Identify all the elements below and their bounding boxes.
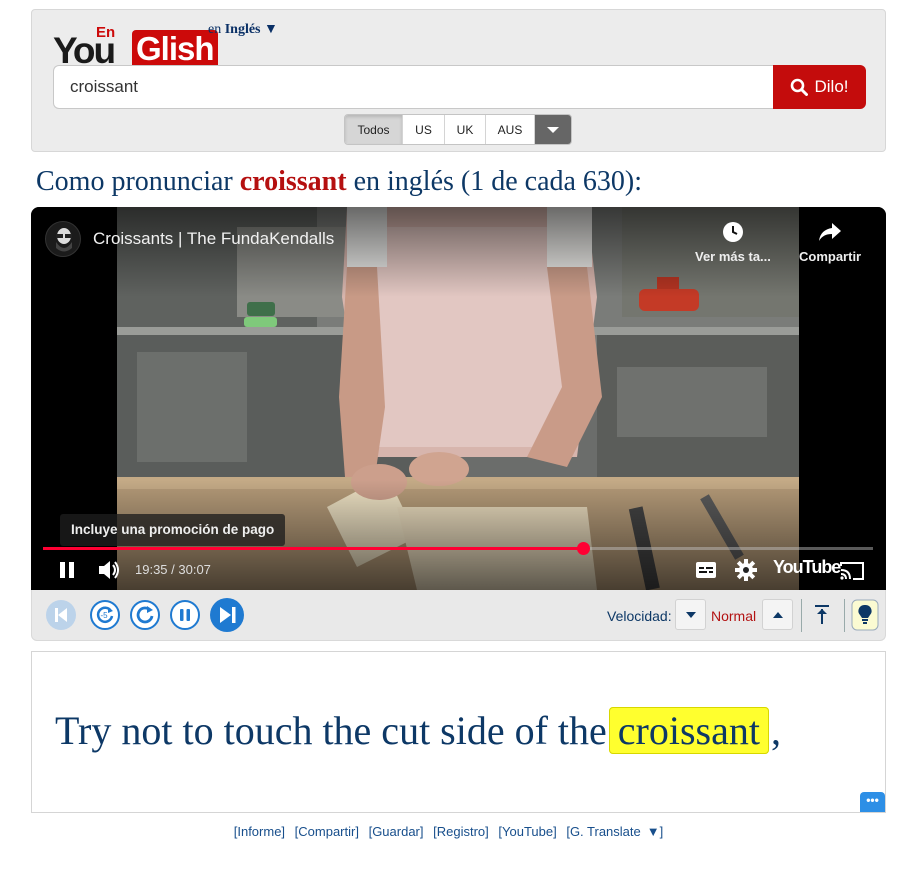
watch-later-label: Ver más ta... [695,249,771,264]
video-player[interactable]: Croissants | The FundaKendalls Ver más t… [31,207,886,590]
accent-uk-button[interactable]: UK [445,115,486,144]
accent-all-button[interactable]: Todos [345,115,403,144]
cast-button[interactable] [839,561,865,586]
channel-avatar[interactable] [45,221,81,257]
gear-icon [735,559,757,581]
youtube-link[interactable]: [YouTube] [498,824,556,839]
title-word: croissant [239,166,347,197]
more-options-button[interactable]: ••• [860,792,885,812]
page-title: Como pronunciar croissant en inglés (1 d… [36,166,642,198]
divider [801,599,802,632]
scroll-top-button[interactable] [807,600,837,630]
caption-panel: Try not to touch the cut side of the croi… [31,651,886,813]
video-time: 19:35 / 30:07 [135,562,211,577]
volume-button[interactable] [97,559,121,586]
clock-icon [722,222,743,242]
share-link[interactable]: [Compartir] [295,824,359,839]
settings-button[interactable] [735,559,757,586]
share-icon [819,223,842,241]
speed-value: Normal [711,608,757,624]
previous-button[interactable] [45,599,77,631]
pause-icon [60,562,74,578]
speed-label: Velocidad: [607,608,672,624]
google-translate-link[interactable]: [G. Translate ▼] [566,824,663,839]
progress-played [43,547,583,550]
speed-down-button[interactable] [675,599,706,630]
accent-more-button[interactable] [535,115,571,144]
chevron-down-icon [547,126,559,133]
arrow-up-icon [815,605,829,624]
watch-later-button[interactable]: Ver más ta... [695,221,771,264]
chevron-down-icon: ▼ [264,22,278,37]
caption-before: Try not to touch the cut side of the [55,708,607,753]
caret-up-icon [772,611,783,618]
pause-icon [170,600,200,630]
caption-after: , [770,708,781,753]
caption-text: Try not to touch the cut side of the croi… [55,707,781,754]
lightbulb-icon [851,599,879,631]
save-link[interactable]: [Guardar] [369,824,424,839]
tips-button[interactable] [851,599,879,631]
accent-us-button[interactable]: US [403,115,445,144]
pause-button[interactable] [57,560,77,585]
youglish-logo[interactable]: You En Glish [53,19,218,70]
language-selector[interactable]: en Inglés ▼ [208,22,278,38]
accent-filter: Todos US UK AUS [344,114,572,145]
language-prefix: en [208,22,222,37]
chevron-down-icon: ▼ [646,824,660,839]
ellipsis-icon: ••• [866,793,879,807]
progress-scrubber[interactable] [576,542,590,555]
speed-up-button[interactable] [762,599,793,630]
back-5-seconds-button[interactable]: -5 [89,599,121,631]
next-button[interactable] [209,597,245,633]
subtitles-button[interactable] [695,561,717,584]
register-link[interactable]: [Registro] [433,824,489,839]
search-box [53,65,775,109]
player-controls: -5 Velocidad: Normal [31,590,886,641]
progress-bar[interactable] [43,542,873,555]
cast-icon [840,562,864,580]
volume-icon [99,561,119,579]
logo-en-text: En [96,24,116,41]
title-prefix: Como pronunciar [36,166,233,197]
search-button-label: Dilo! [814,77,849,96]
pause-caption-button[interactable] [169,599,201,631]
skip-previous-icon [46,600,76,630]
svg-text:-5: -5 [100,611,108,620]
footer-links: [Informe] [Compartir] [Guardar] [Registr… [0,824,897,839]
youtube-logo[interactable]: YouTube [773,557,841,578]
video-title[interactable]: Croissants | The FundaKendalls [93,229,334,249]
skip-next-icon [210,598,244,632]
replay-5-icon: -5 [90,600,120,630]
share-label: Compartir [799,249,862,264]
google-translate-label: [G. Translate [566,824,641,839]
google-translate-close: ] [659,824,664,839]
report-link[interactable]: [Informe] [234,824,285,839]
caret-down-icon [685,611,696,618]
search-icon [791,78,809,96]
share-button[interactable]: Compartir [799,221,861,264]
divider [844,599,845,632]
title-suffix: en inglés (1 de cada 630): [353,166,643,197]
search-button[interactable]: Dilo! [773,65,866,109]
caption-highlight-word[interactable]: croissant [608,707,769,754]
subtitles-icon [696,562,716,578]
replay-icon [130,600,160,630]
accent-aus-button[interactable]: AUS [486,115,535,144]
avatar-icon [56,228,72,252]
paid-promotion-badge: Incluye una promoción de pago [60,514,286,546]
search-panel: You En Glish en Inglés ▼ Dilo! Todos US … [31,9,886,152]
language-name: Inglés [224,22,261,37]
search-input[interactable] [54,66,775,108]
replay-button[interactable] [129,599,161,631]
logo-glish-text: Glish [132,30,218,70]
